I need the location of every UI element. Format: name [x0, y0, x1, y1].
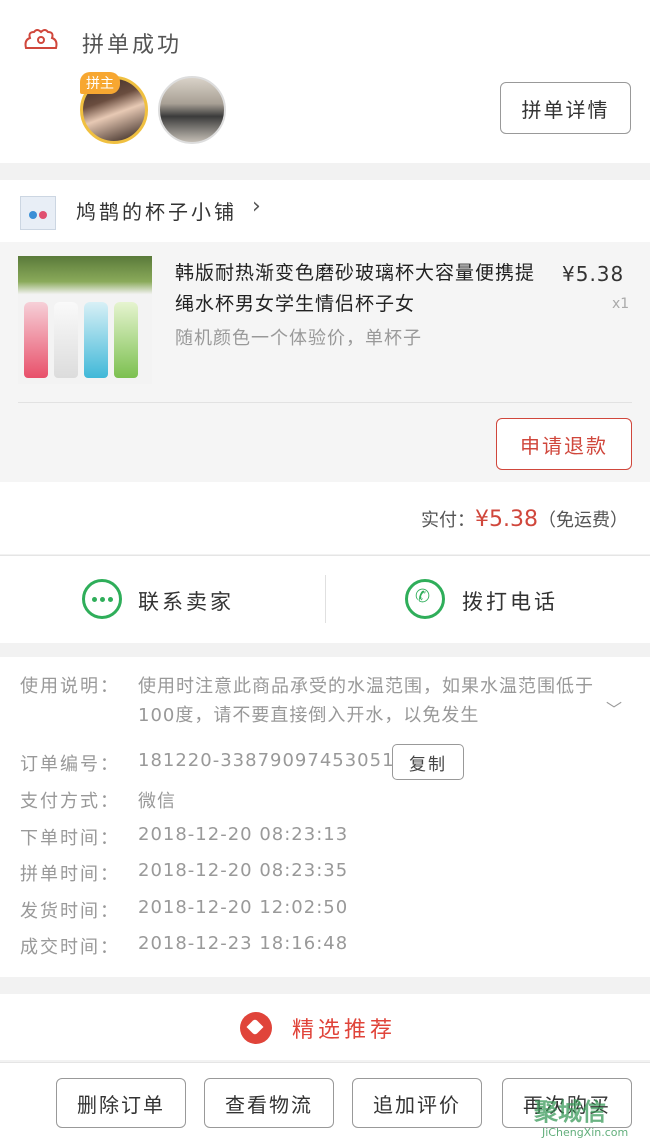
contact-seller-button[interactable]: 联系卖家: [138, 586, 234, 616]
heart-gem-icon: [240, 1012, 272, 1044]
product-qty: x1: [612, 296, 630, 312]
phone-handset-icon: ✆: [415, 586, 431, 607]
total-paid: 实付：¥5.38（免运费）: [421, 506, 628, 532]
host-badge: 拼主: [80, 72, 120, 94]
watermark-url: JiChengXin.com: [542, 1126, 629, 1139]
view-logistics-button[interactable]: 查看物流: [204, 1078, 334, 1128]
ship-time-label: 发货时间：: [20, 901, 120, 922]
total-amount: ¥5.38: [475, 507, 538, 532]
refund-button[interactable]: 申请退款: [496, 418, 632, 470]
avatar-member[interactable]: [158, 76, 226, 144]
divider: [325, 575, 326, 623]
chevron-right-icon: ›: [252, 194, 261, 219]
shop-logo-icon: [20, 196, 56, 230]
chat-icon[interactable]: [82, 579, 122, 619]
total-label: 实付：: [421, 510, 476, 531]
product-title[interactable]: 韩版耐热渐变色磨砂玻璃杯大容量便携提绳水杯男女学生情侣杯子女: [175, 258, 545, 320]
deal-time-label: 成交时间：: [20, 937, 120, 958]
usage-label: 使用说明：: [20, 676, 120, 697]
group-icon: [24, 29, 58, 49]
product-image[interactable]: [18, 256, 152, 384]
status-title: 拼单成功: [82, 33, 183, 58]
recommend-title: 精选推荐: [292, 1018, 397, 1043]
order-no-label: 订单编号：: [20, 754, 120, 775]
group-time: 2018-12-20 08:23:35: [138, 860, 349, 881]
group-time-label: 拼单时间：: [20, 864, 120, 885]
pay-value: 微信: [138, 791, 176, 812]
copy-button[interactable]: 复制: [392, 744, 464, 780]
deal-time: 2018-12-23 18:16:48: [138, 933, 349, 954]
product-sku: 随机颜色一个体验价，单杯子: [175, 328, 422, 349]
pay-label: 支付方式：: [20, 791, 120, 812]
ship-time: 2018-12-20 12:02:50: [138, 897, 349, 918]
order-time-label: 下单时间：: [20, 828, 120, 849]
total-note: （免运费）: [538, 510, 628, 531]
order-time: 2018-12-20 08:23:13: [138, 824, 349, 845]
product-price: ¥5.38: [562, 262, 625, 286]
chevron-down-icon[interactable]: ﹀: [606, 696, 622, 720]
usage-text: 使用时注意此商品承受的水温范围，如果水温范围低于100度，请不要直接倒入开水，以…: [138, 676, 594, 726]
divider: [18, 402, 632, 403]
shop-name[interactable]: 鸠鹊的杯子小铺: [76, 196, 237, 225]
add-review-button[interactable]: 追加评价: [352, 1078, 482, 1128]
watermark-logo: 聚城信: [534, 1098, 606, 1126]
call-phone-button[interactable]: 拨打电话: [462, 586, 558, 616]
order-no: 181220-338790974530516: [138, 750, 407, 771]
delete-order-button[interactable]: 删除订单: [56, 1078, 186, 1128]
group-detail-button[interactable]: 拼单详情: [500, 82, 631, 134]
